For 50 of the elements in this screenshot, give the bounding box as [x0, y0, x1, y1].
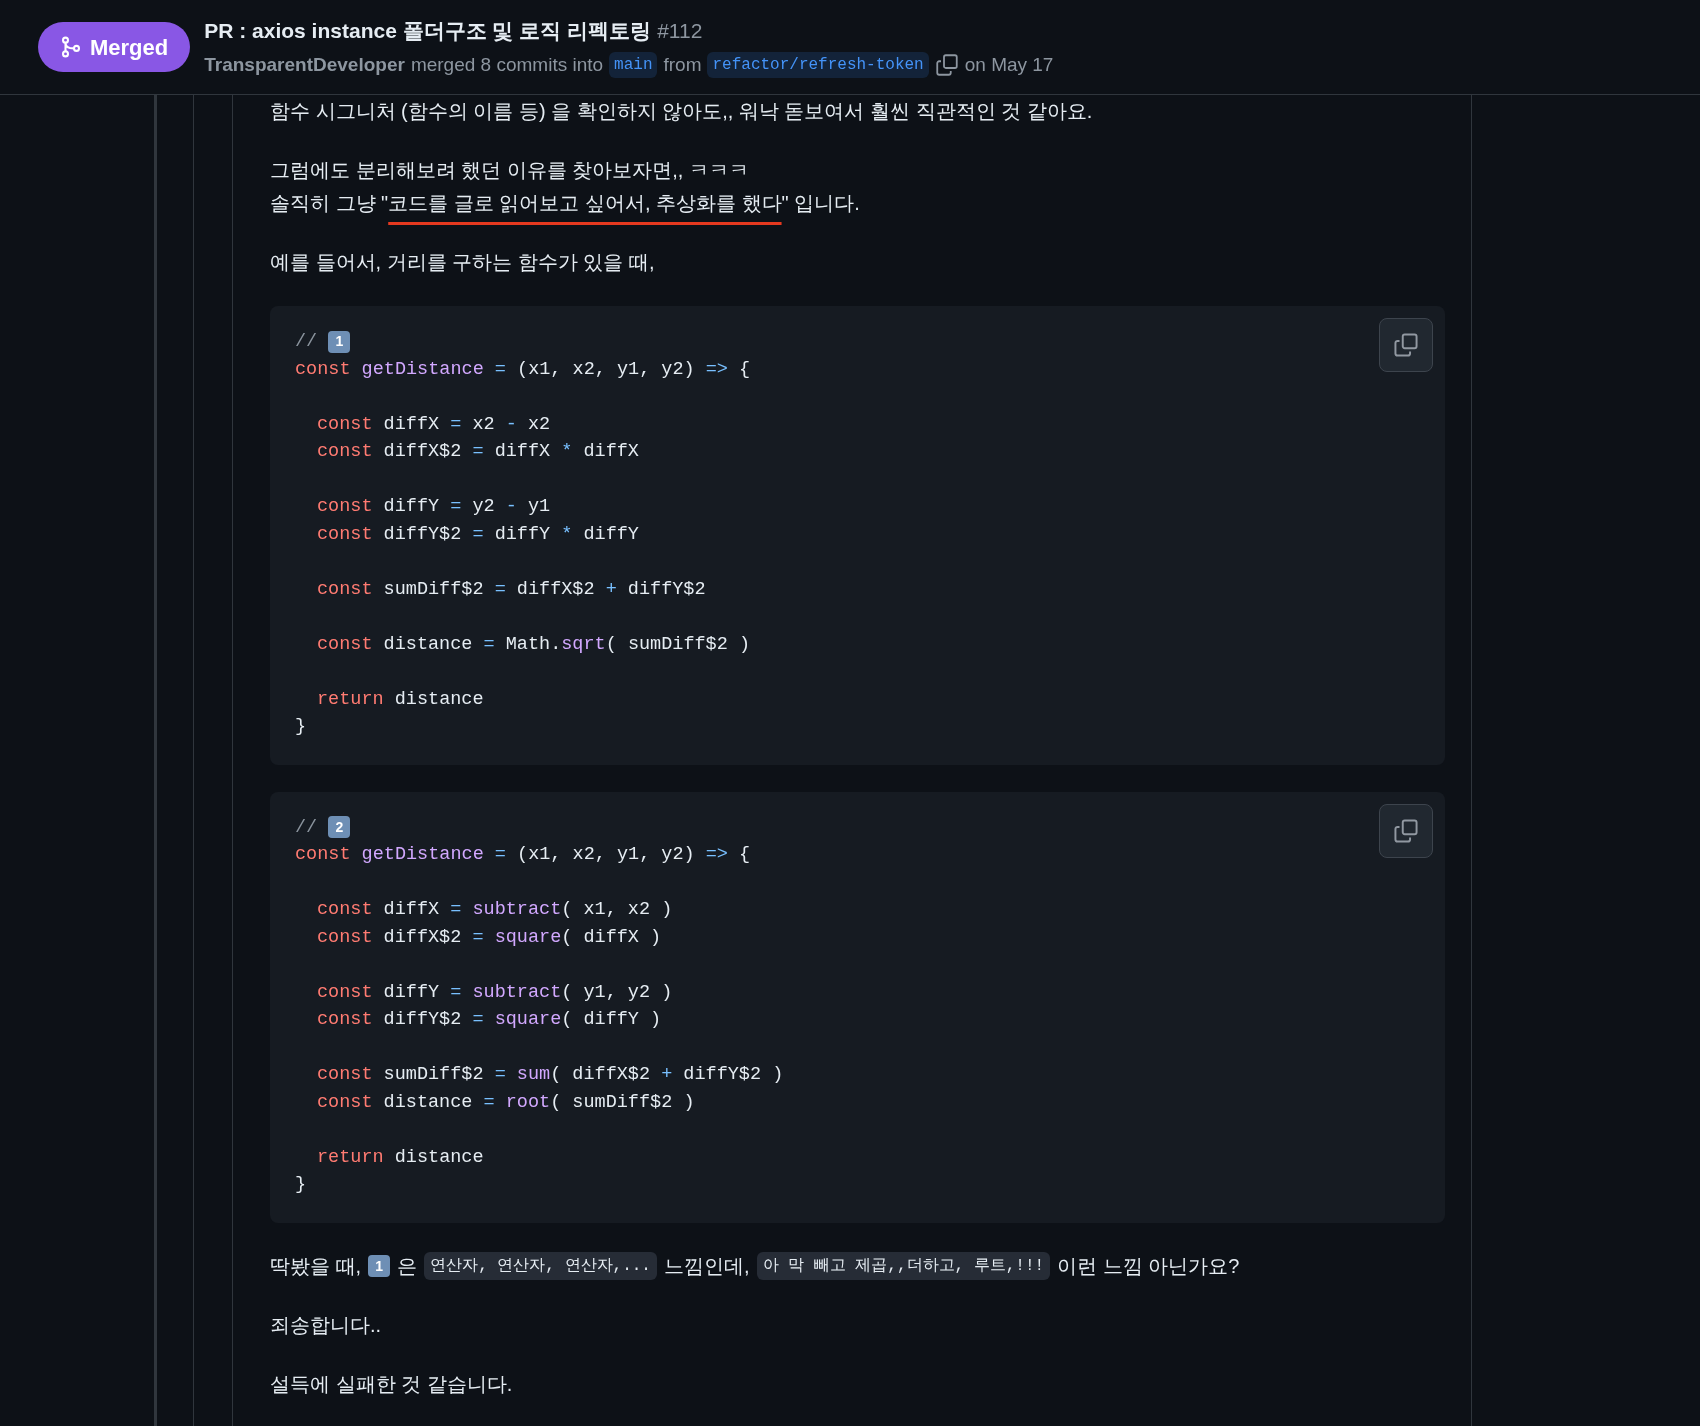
paragraph-text: 함수 시그니처 (함수의 이름 등) 을 확인하지 않아도,, 워낙 돋보여서 훨씬 직관적인 것 같아요. — [270, 99, 1094, 124]
code-line: const diffX$2 = square( diffX ) — [317, 925, 662, 950]
code-line: const diffX = x2 - x2 — [317, 412, 551, 437]
copy-icon[interactable] — [934, 52, 959, 77]
paragraph-text: 예를 들어서, 거리를 구하는 함수가 있을 때, — [270, 250, 656, 275]
inline-code: 아 막 빼고 제곱,,더하고, 루트,!!! — [756, 1252, 1051, 1280]
paragraph-text: 솔직히 그냥 "코드를 글로 읽어보고 싶어서, 추상화를 했다" 입니다. — [270, 191, 861, 216]
paragraph-text: 딱봤을 때, — [270, 1253, 362, 1279]
keycap-emoji: 2 — [328, 816, 351, 839]
branch-label[interactable]: refactor/refresh-token — [707, 51, 929, 78]
code-line: return distance — [317, 1145, 484, 1170]
code-line: const distance = root( sumDiff$2 ) — [317, 1090, 695, 1115]
code-line: const diffY = subtract( y1, y2 ) — [317, 980, 673, 1005]
paragraph-text: 이런 느낌 아닌가요? — [1057, 1253, 1240, 1279]
author-link[interactable]: TransparentDeveloper — [204, 50, 405, 79]
copy-icon — [1393, 817, 1419, 844]
code-line: const diffY = y2 - y1 — [317, 495, 551, 519]
merge-icon — [60, 35, 82, 59]
code-line: const sumDiff$2 = diffX$2 + diffY$2 — [317, 577, 706, 602]
branch-label[interactable]: main — [609, 51, 658, 78]
code-line: const diffX = subtract( x1, x2 ) — [317, 898, 673, 922]
merge-summary: merged 8 commits into — [410, 52, 604, 77]
code-comment: // — [295, 330, 318, 354]
code-line: } — [295, 1173, 307, 1197]
keycap-emoji: 1 — [368, 1255, 391, 1277]
pr-number: #112 — [657, 18, 703, 44]
paragraph-text: 느낌인데, — [663, 1253, 750, 1279]
copy-button[interactable] — [1379, 803, 1433, 858]
keycap-emoji: 1 — [328, 330, 351, 353]
copy-icon — [1393, 332, 1419, 358]
inline-code: 연산자, 연산자, 연산자,... — [424, 1252, 657, 1280]
merged-badge: Merged — [38, 22, 191, 72]
paragraph-text: 설득에 실패한 것 같습니다. — [270, 1371, 514, 1397]
code-line: const getDistance = (x1, x2, y1, y2) => { — [295, 357, 751, 382]
paragraph-text: 은 — [397, 1253, 418, 1279]
from-text: from — [663, 52, 702, 77]
paragraph-text: 그럼에도 분리해보려 했던 이유를 찾아보자면,, ㅋㅋㅋ — [270, 158, 750, 183]
code-line: return distance — [317, 687, 484, 712]
paragraph-text: 죄송합니다.. — [270, 1312, 383, 1338]
pr-title: PR : axios instance 폴더구조 및 로직 리펙토링 — [204, 18, 652, 44]
copy-button[interactable] — [1379, 318, 1433, 372]
code-line: const distance = Math.sqrt( sumDiff$2 ) — [317, 632, 750, 657]
code-line: const diffY$2 = diffY * diffY — [317, 522, 639, 547]
code-line: const sumDiff$2 = sum( diffX$2 + diffY$2 ) — [317, 1063, 784, 1087]
code-line: const diffX$2 = diffX * diffX — [317, 440, 639, 464]
code-line: } — [295, 715, 307, 739]
merge-date: on May 17 — [964, 52, 1054, 77]
code-line: const getDistance = (x1, x2, y1, y2) => { — [295, 843, 751, 867]
code-line: const diffY$2 = square( diffY ) — [317, 1008, 662, 1032]
code-comment: // — [295, 815, 318, 840]
